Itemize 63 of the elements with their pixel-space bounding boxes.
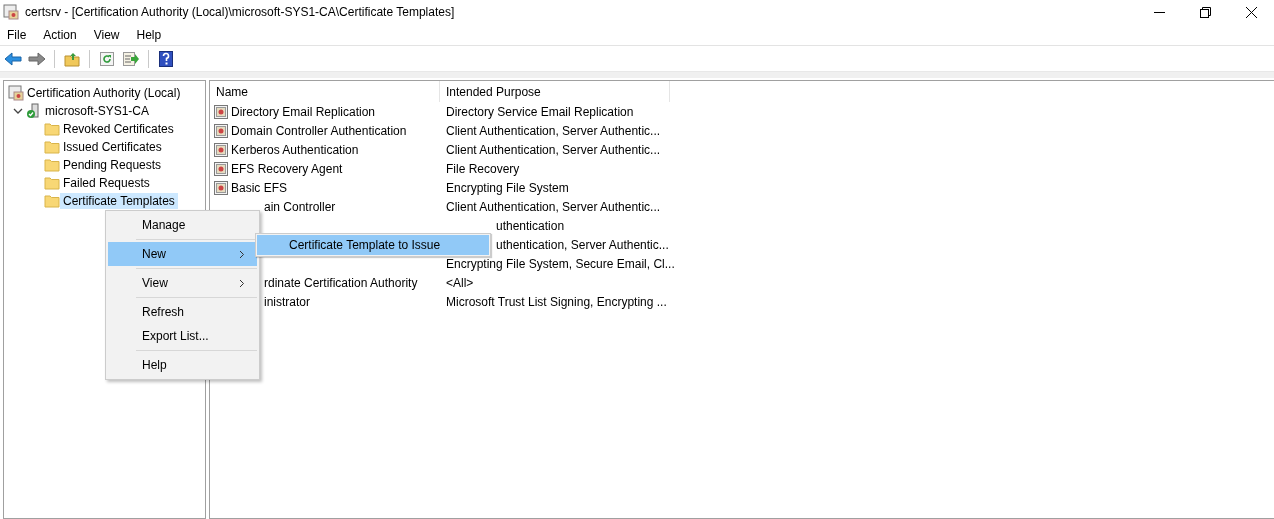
table-cell: Client Authentication, Server Authentic... bbox=[446, 142, 661, 157]
certificate-icon bbox=[214, 142, 228, 157]
tree-item[interactable]: Failed Requests bbox=[60, 175, 153, 191]
context-menu-item[interactable]: Help bbox=[108, 353, 257, 377]
close-icon bbox=[1245, 6, 1257, 18]
table-cell: uthentication, Server Authentic... bbox=[496, 237, 669, 252]
window-title: certsrv - [Certification Authority (Local)\microsoft-SYS1-CA\Certificate Templates] bbox=[25, 5, 456, 19]
context-menu-item[interactable]: New bbox=[108, 242, 257, 266]
table-cell: <All> bbox=[446, 275, 474, 290]
column-header[interactable]: Intended Purpose bbox=[440, 81, 670, 102]
table-cell: Encrypting File System, Secure Email, Cl... bbox=[446, 256, 675, 271]
table-cell: EFS Recovery Agent bbox=[231, 161, 343, 176]
folder-icon bbox=[44, 122, 60, 136]
submenu-chevron-icon bbox=[239, 278, 245, 288]
context-menu-item[interactable]: Manage bbox=[108, 213, 257, 237]
submenu-chevron-icon bbox=[239, 249, 245, 259]
tree-item[interactable]: Revoked Certificates bbox=[60, 121, 177, 137]
folder-icon bbox=[44, 194, 60, 208]
menu-item[interactable]: View bbox=[87, 27, 126, 42]
certificate-icon bbox=[214, 123, 228, 138]
table-cell: Basic EFS bbox=[231, 180, 287, 195]
certificate-authority-icon bbox=[8, 85, 24, 101]
tree-item[interactable]: microsoft-SYS1-CA bbox=[42, 103, 153, 119]
table-cell: rdinate Certification Authority bbox=[264, 275, 418, 290]
context-menu-item[interactable]: Refresh bbox=[108, 300, 257, 324]
table-cell: Client Authentication, Server Authentic... bbox=[446, 123, 661, 138]
table-cell: Directory Email Replication bbox=[231, 104, 376, 119]
certificate-icon bbox=[214, 104, 228, 119]
context-menu-item[interactable]: Export List... bbox=[108, 324, 257, 348]
context-menu-item[interactable]: View bbox=[108, 271, 257, 295]
back-arrow-icon[interactable] bbox=[4, 51, 22, 66]
tree-item[interactable]: Issued Certificates bbox=[60, 139, 165, 155]
folder-icon bbox=[44, 158, 60, 172]
server-icon bbox=[26, 103, 42, 119]
certificate-icon bbox=[214, 161, 228, 176]
folder-icon bbox=[44, 140, 60, 154]
table-cell: Domain Controller Authentication bbox=[231, 123, 407, 138]
export-list-icon[interactable] bbox=[122, 50, 140, 67]
table-cell: Microsoft Trust List Signing, Encrypting ... bbox=[446, 294, 667, 309]
tree-item[interactable]: Certification Authority (Local) bbox=[24, 85, 184, 101]
column-header[interactable]: Name bbox=[210, 81, 440, 102]
tree-item[interactable]: Certificate Templates bbox=[60, 193, 178, 209]
refresh-icon[interactable] bbox=[99, 50, 115, 67]
menu-item[interactable]: File bbox=[1, 27, 33, 42]
table-cell: Directory Service Email Replication bbox=[446, 104, 634, 119]
table-cell: Encrypting File System bbox=[446, 180, 569, 195]
table-cell: File Recovery bbox=[446, 161, 520, 176]
app-icon bbox=[3, 4, 19, 20]
menu-item[interactable]: Action bbox=[37, 27, 83, 42]
forward-arrow-icon[interactable] bbox=[28, 51, 46, 66]
submenu-item[interactable]: Certificate Template to Issue bbox=[257, 235, 489, 255]
table-cell: uthentication bbox=[496, 218, 565, 233]
certificate-icon bbox=[214, 180, 228, 195]
table-cell: ain Controller bbox=[264, 199, 336, 214]
table-cell: Kerberos Authentication bbox=[231, 142, 359, 157]
tree-item[interactable]: Pending Requests bbox=[60, 157, 165, 173]
folder-icon bbox=[44, 176, 60, 190]
help-icon[interactable] bbox=[159, 50, 173, 67]
restore-icon bbox=[1199, 6, 1211, 18]
folder-up-icon[interactable] bbox=[64, 50, 80, 67]
table-cell: inistrator bbox=[264, 294, 310, 309]
menu-item[interactable]: Help bbox=[130, 27, 168, 42]
table-cell: Client Authentication, Server Authentic... bbox=[446, 199, 661, 214]
